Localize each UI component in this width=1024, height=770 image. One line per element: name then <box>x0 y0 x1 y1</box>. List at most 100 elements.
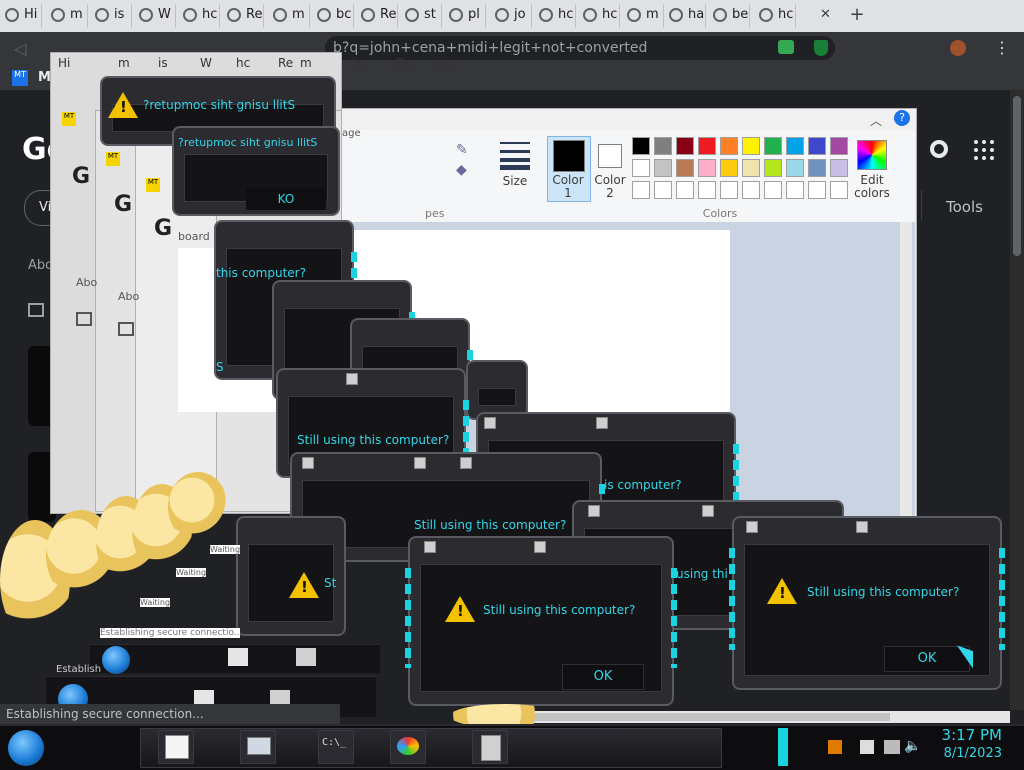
browser-tab[interactable]: bc <box>312 4 354 28</box>
size-label[interactable]: Size <box>498 174 532 188</box>
edit-colors-icon[interactable] <box>857 140 887 170</box>
palette-swatch[interactable] <box>720 137 738 155</box>
palette-swatch[interactable] <box>786 181 804 199</box>
bookmark-label[interactable]: M <box>38 70 51 85</box>
tray-flag-icon[interactable] <box>860 740 874 754</box>
fill-icon[interactable]: ◆ <box>456 162 467 178</box>
palette-swatch[interactable] <box>654 181 672 199</box>
mini-tab-label[interactable]: m <box>118 56 130 70</box>
browser-tab[interactable]: pl <box>444 4 486 28</box>
mini-tab-label[interactable]: Re <box>278 56 293 70</box>
palette-swatch[interactable] <box>830 159 848 177</box>
mini-tab-label[interactable]: sta <box>432 56 450 70</box>
browser-tab[interactable]: Re <box>356 4 398 28</box>
palette-swatch[interactable] <box>720 181 738 199</box>
palette-swatch[interactable] <box>632 159 650 177</box>
clock-time[interactable]: 3:17 PM <box>940 726 1002 744</box>
mini-tab-label[interactable]: W <box>200 56 212 70</box>
palette-swatch[interactable] <box>632 137 650 155</box>
bookmark-favicon-icon[interactable]: MT <box>106 152 120 166</box>
palette-swatch[interactable] <box>742 159 760 177</box>
palette-swatch[interactable] <box>698 159 716 177</box>
mini-tab-label[interactable]: is <box>158 56 168 70</box>
taskbar-paint-icon[interactable] <box>390 730 426 764</box>
shield-icon[interactable] <box>814 40 828 56</box>
start-orb-icon[interactable] <box>8 730 44 766</box>
palette-swatch[interactable] <box>676 137 694 155</box>
color2-label[interactable]: Color 2 <box>590 174 630 200</box>
edit-colors-label[interactable]: Edit colors <box>850 174 894 200</box>
size-icon[interactable] <box>500 140 530 170</box>
apps-grid-icon[interactable] <box>974 140 994 160</box>
taskbar-notepad-icon[interactable] <box>158 730 194 764</box>
browser-tab[interactable]: m <box>46 4 88 28</box>
palette-swatch[interactable] <box>764 137 782 155</box>
palette-swatch[interactable] <box>676 159 694 177</box>
palette-swatch[interactable] <box>742 181 760 199</box>
browser-tab[interactable]: W <box>134 4 176 28</box>
palette-swatch[interactable] <box>654 137 672 155</box>
color2-swatch[interactable] <box>598 144 622 168</box>
browser-tab[interactable]: hc <box>178 4 220 28</box>
outline-icon[interactable]: ✎ <box>456 142 468 158</box>
menu-icon[interactable]: ⋮ <box>994 38 1010 57</box>
tray-network-icon[interactable] <box>884 740 900 754</box>
avatar[interactable] <box>950 40 966 56</box>
palette-swatch[interactable] <box>720 159 738 177</box>
browser-tab[interactable]: ha <box>664 4 706 28</box>
ok-button[interactable]: OK <box>884 646 970 672</box>
palette-swatch[interactable] <box>808 159 826 177</box>
palette-swatch[interactable] <box>764 159 782 177</box>
bookmark-favicon-icon[interactable]: MT <box>146 178 160 192</box>
palette-swatch[interactable] <box>742 137 760 155</box>
paint-vscrollbar[interactable] <box>900 222 912 518</box>
mini-tab-label[interactable]: Re <box>396 56 411 70</box>
browser-tab[interactable]: hc <box>754 4 796 28</box>
mini-tab-label[interactable]: bc <box>352 56 366 70</box>
browser-tab[interactable]: jo <box>490 4 532 28</box>
back-icon[interactable]: ◁ <box>14 39 26 58</box>
browser-tab[interactable]: m <box>268 4 310 28</box>
mini-tab-label[interactable]: hc <box>236 56 250 70</box>
browser-tab[interactable]: Hi <box>0 4 42 28</box>
tray-app-icon[interactable] <box>828 740 842 754</box>
url-text[interactable]: b?q=john+cena+midi+legit+not+converted <box>333 40 647 56</box>
palette-swatch[interactable] <box>808 181 826 199</box>
gear-icon[interactable] <box>930 140 948 158</box>
palette-swatch[interactable] <box>764 181 782 199</box>
tools-button[interactable]: Tools <box>946 198 983 216</box>
ok-button-mirrored[interactable]: KO <box>246 188 326 210</box>
mini-tab-label[interactable]: Hi <box>58 56 70 70</box>
browser-tab[interactable]: hc <box>578 4 620 28</box>
help-icon[interactable]: ? <box>894 110 910 126</box>
browser-tab[interactable]: be <box>708 4 750 28</box>
palette-swatch[interactable] <box>698 137 716 155</box>
taskbar-app-icon[interactable] <box>228 648 248 666</box>
taskbar-cmd-icon[interactable]: C:\_ <box>318 730 354 764</box>
bookmark-favicon-icon[interactable]: MT <box>12 70 28 86</box>
tab-close-icon[interactable]: ✕ <box>820 7 831 22</box>
mini-tab-label[interactable]: m <box>300 56 312 70</box>
palette-swatch[interactable] <box>830 137 848 155</box>
browser-tab[interactable]: hc <box>534 4 576 28</box>
browser-tab[interactable]: st <box>400 4 442 28</box>
palette-swatch[interactable] <box>698 181 716 199</box>
clock-date[interactable]: 8/1/2023 <box>940 746 1002 761</box>
palette-swatch[interactable] <box>654 159 672 177</box>
ok-button[interactable]: OK <box>562 664 644 690</box>
tray-volume-icon[interactable]: 🔈 <box>904 738 921 754</box>
palette-swatch[interactable] <box>676 181 694 199</box>
browser-tab[interactable]: Re <box>222 4 264 28</box>
browser-tab[interactable]: m <box>622 4 664 28</box>
extension-icon[interactable] <box>778 40 794 54</box>
browser-tab[interactable]: is <box>90 4 132 28</box>
palette-swatch[interactable] <box>632 181 650 199</box>
palette-swatch[interactable] <box>830 181 848 199</box>
show-desktop-button[interactable] <box>778 728 788 766</box>
bookmark-favicon-icon[interactable]: MT <box>62 112 76 126</box>
taskbar-app-icon[interactable] <box>472 730 508 764</box>
start-orb-icon[interactable] <box>102 646 130 674</box>
scrollbar-thumb[interactable] <box>1013 96 1021 256</box>
palette-swatch[interactable] <box>808 137 826 155</box>
new-tab-button[interactable]: + <box>848 6 866 24</box>
